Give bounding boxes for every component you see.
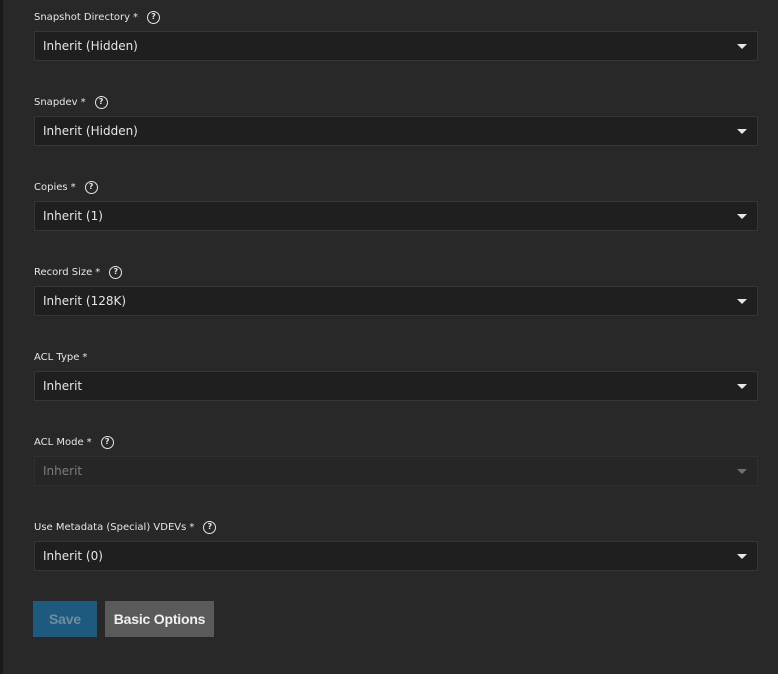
copies-field: Copies * ? Inherit (1) [34, 179, 758, 231]
label-text: ACL Type [34, 351, 80, 363]
select-value: Inherit (0) [43, 549, 103, 563]
dropdown-arrow-icon [737, 213, 747, 219]
acl-type-field: ACL Type * Inherit [34, 349, 758, 401]
basic-options-button[interactable]: Basic Options [105, 601, 214, 637]
record-size-select[interactable]: Inherit (128K) [34, 286, 758, 316]
label-text: ACL Mode [34, 436, 84, 448]
required-mark: * [82, 351, 88, 363]
acl-mode-select: Inherit [34, 456, 758, 486]
dropdown-arrow-icon [737, 43, 747, 49]
dropdown-arrow-icon [737, 553, 747, 559]
save-button[interactable]: Save [33, 601, 97, 637]
sidebar-edge [0, 0, 3, 674]
required-mark: * [80, 96, 86, 108]
label-text: Record Size [34, 266, 93, 278]
field-label: Copies * ? [34, 179, 758, 195]
help-icon[interactable]: ? [203, 520, 217, 534]
dropdown-arrow-icon [737, 383, 747, 389]
select-value: Inherit (Hidden) [43, 124, 138, 138]
dropdown-arrow-icon [737, 128, 747, 134]
field-label: Use Metadata (Special) VDEVs * ? [34, 519, 758, 535]
help-icon[interactable]: ? [147, 10, 161, 24]
required-mark: * [189, 521, 195, 533]
select-value: Inherit (128K) [43, 294, 127, 308]
field-label: Snapshot Directory * ? [34, 9, 758, 25]
snapshot-directory-select[interactable]: Inherit (Hidden) [34, 31, 758, 61]
required-mark: * [70, 181, 76, 193]
dropdown-arrow-icon [737, 468, 747, 474]
label-text: Snapshot Directory [34, 11, 131, 23]
label-text: Use Metadata (Special) VDEVs [34, 521, 187, 533]
help-icon[interactable]: ? [100, 435, 114, 449]
select-value: Inherit (1) [43, 209, 103, 223]
field-label: Record Size * ? [34, 264, 758, 280]
dropdown-arrow-icon [737, 298, 747, 304]
acl-mode-field: ACL Mode * ? Inherit [34, 434, 758, 486]
select-value: Inherit [43, 379, 83, 393]
required-mark: * [133, 11, 139, 23]
label-text: Copies [34, 181, 68, 193]
help-icon[interactable]: ? [109, 265, 123, 279]
acl-type-select[interactable]: Inherit [34, 371, 758, 401]
snapshot-directory-field: Snapshot Directory * ? Inherit (Hidden) [34, 9, 758, 61]
snapdev-field: Snapdev * ? Inherit (Hidden) [34, 94, 758, 146]
special-vdevs-select[interactable]: Inherit (0) [34, 541, 758, 571]
help-icon[interactable]: ? [94, 95, 108, 109]
dataset-advanced-options-form: Snapshot Directory * ? Inherit (Hidden) … [0, 0, 778, 674]
snapdev-select[interactable]: Inherit (Hidden) [34, 116, 758, 146]
field-label: Snapdev * ? [34, 94, 758, 110]
label-text: Snapdev [34, 96, 78, 108]
help-icon[interactable]: ? [84, 180, 98, 194]
special-vdevs-field: Use Metadata (Special) VDEVs * ? Inherit… [34, 519, 758, 571]
required-mark: * [86, 436, 92, 448]
select-value: Inherit (Hidden) [43, 39, 138, 53]
record-size-field: Record Size * ? Inherit (128K) [34, 264, 758, 316]
select-value: Inherit [43, 464, 83, 478]
field-label: ACL Mode * ? [34, 434, 758, 450]
required-mark: * [95, 266, 101, 278]
copies-select[interactable]: Inherit (1) [34, 201, 758, 231]
field-label: ACL Type * [34, 349, 758, 365]
